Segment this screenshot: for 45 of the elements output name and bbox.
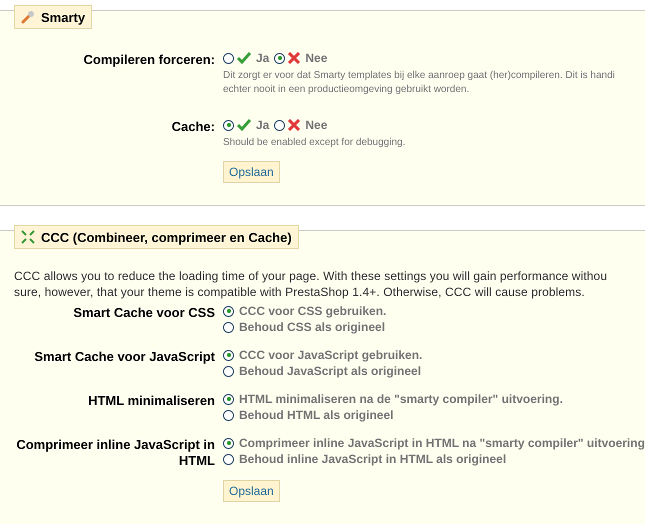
radio-button[interactable] — [223, 322, 234, 332]
close-icon — [288, 119, 300, 131]
field-label: Comprimeer inline JavaScript in HTML — [15, 436, 216, 469]
option-label: Behoud JavaScript als origineel — [239, 364, 422, 378]
option-label: CCC voor JavaScript gebruiken. — [239, 348, 422, 362]
option-label: CCC voor CSS gebruiken. — [239, 304, 386, 318]
save-button[interactable]: Opslaan — [223, 161, 280, 183]
field-label: Cache: — [170, 118, 216, 136]
panel-title: CCC (Combineer, comprimeer en Cache) — [41, 230, 292, 244]
option-label: Behoud CSS als origineel — [239, 320, 386, 334]
wrench-icon — [21, 10, 35, 24]
close-icon — [288, 52, 300, 64]
field-description: Should be enabled except for debugging. — [223, 136, 406, 150]
field-description: Dit zorgt er voor dat Smarty templates bij elke aanroep gaat (her)compileren. Dit is handi — [223, 69, 615, 83]
check-icon — [237, 119, 251, 131]
option-label: Nee — [305, 51, 328, 65]
option-label: Ja — [256, 118, 270, 132]
intro-text: sure, however, that your theme is compatible with PrestaShop 1.4+. Otherwise, CCC will cause problems. — [13, 284, 586, 300]
option-label: Behoud HTML als origineel — [239, 408, 394, 422]
option-label: Nee — [305, 118, 328, 132]
radio-button[interactable] — [223, 454, 234, 464]
radio-button[interactable] — [274, 120, 286, 130]
radio-button[interactable] — [223, 410, 234, 420]
arrows-icon — [21, 230, 35, 244]
save-button[interactable]: Opslaan — [223, 480, 280, 502]
radio-button[interactable] — [223, 366, 234, 376]
panel-title: Smarty — [41, 10, 86, 24]
field-label: HTML minimaliseren — [87, 392, 216, 410]
radio-button[interactable] — [223, 350, 234, 360]
radio-button[interactable] — [274, 52, 286, 64]
option-label: Comprimeer inline JavaScript in HTML na "smarty compiler" uitvoering — [239, 436, 645, 450]
intro-text: CCC allows you to reduce the loading time of your page. With these settings you will gain performance withou — [13, 268, 608, 284]
radio-button[interactable] — [223, 438, 234, 448]
option-label: Ja — [256, 51, 270, 65]
field-label: Smart Cache voor JavaScript — [33, 348, 216, 366]
option-label: HTML minimaliseren na de "smarty compiler" uitvoering. — [239, 392, 563, 406]
radio-button[interactable] — [223, 52, 234, 64]
radio-button[interactable] — [223, 394, 234, 404]
field-label: Compileren forceren: — [82, 51, 216, 69]
radio-button[interactable] — [223, 306, 234, 316]
radio-button[interactable] — [223, 120, 234, 130]
check-icon — [237, 52, 251, 64]
field-description: echter nooit in een productieomgeving gebruikt worden. — [223, 83, 470, 97]
field-label: Smart Cache voor CSS — [72, 304, 216, 322]
option-label: Behoud inline JavaScript in HTML als origineel — [239, 452, 506, 466]
